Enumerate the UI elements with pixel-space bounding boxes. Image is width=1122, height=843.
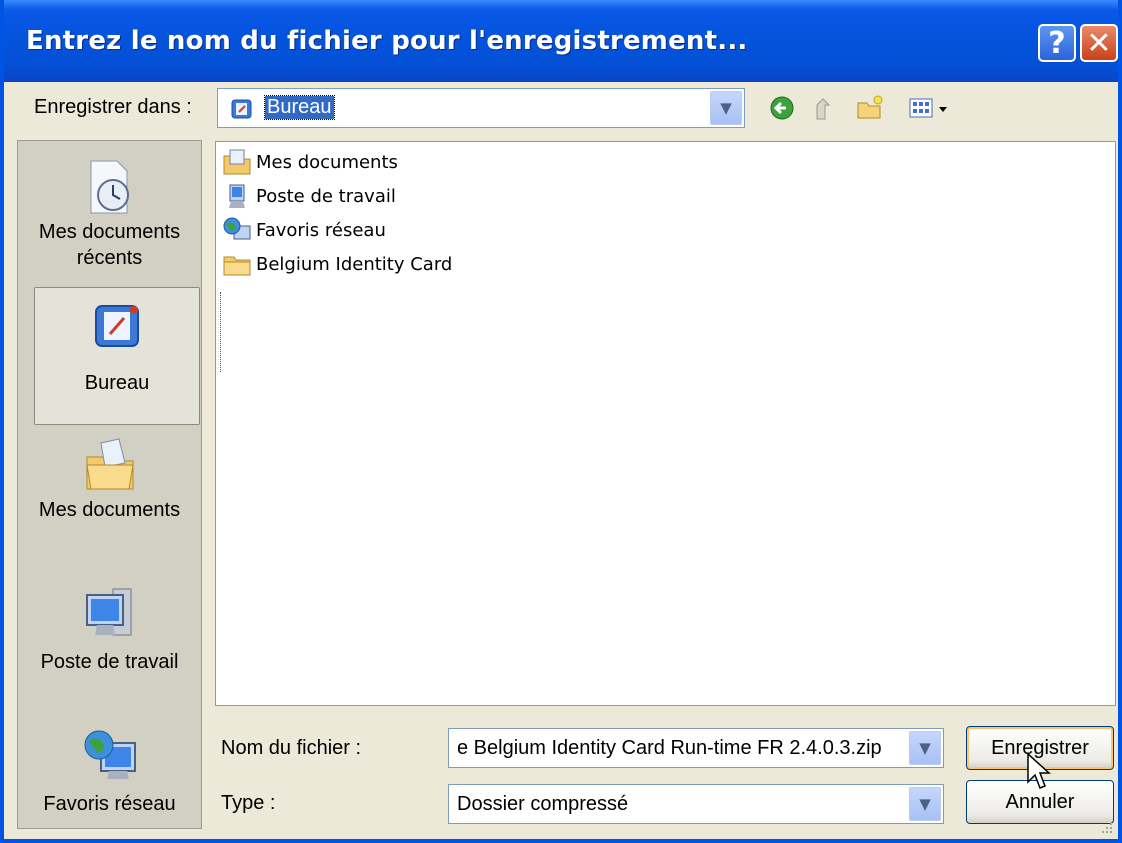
place-label: Bureau [84, 372, 150, 394]
place-network-places[interactable]: Favoris réseau [18, 721, 201, 817]
save-dialog: Entrez le nom du fichier pour l'enregist… [0, 0, 1122, 843]
desktop-icon [231, 99, 252, 119]
filetype-label: Type : [221, 792, 276, 814]
place-label: récents [76, 247, 143, 269]
filename-value: e Belgium Identity Card Run-time FR 2.4.… [457, 737, 882, 759]
documents-folder-icon [223, 149, 251, 175]
resize-grip-icon[interactable] [1096, 817, 1114, 835]
my-computer-icon [85, 588, 131, 636]
file-name: Poste de travail [256, 185, 396, 207]
file-name: Belgium Identity Card [256, 253, 453, 275]
list-item[interactable]: Favoris réseau [222, 214, 386, 246]
back-arrow-icon[interactable] [767, 93, 797, 123]
place-recent-documents[interactable]: Mes documents récents [18, 155, 201, 271]
text-caret [220, 292, 222, 372]
chevron-down-icon[interactable]: ▼ [909, 787, 941, 821]
mouse-cursor-icon [1027, 752, 1051, 789]
close-button[interactable]: ✕ [1080, 24, 1118, 62]
up-folder-icon[interactable] [811, 93, 841, 123]
list-item[interactable]: Belgium Identity Card [222, 248, 452, 280]
desktop-icon [95, 305, 139, 347]
place-desktop[interactable]: Bureau [34, 287, 200, 425]
location-value: Bureau [264, 95, 335, 120]
filetype-value: Dossier compressé [457, 793, 629, 815]
location-dropdown[interactable]: Bureau ▼ [217, 88, 745, 128]
place-my-documents[interactable]: Mes documents [18, 433, 201, 523]
help-button[interactable]: ? [1038, 24, 1076, 62]
computer-icon [229, 184, 245, 208]
network-icon [223, 217, 251, 240]
list-item[interactable]: Poste de travail [222, 180, 396, 212]
place-label: Poste de travail [40, 651, 179, 673]
filename-label: Nom du fichier : [221, 737, 362, 759]
views-menu-icon[interactable] [907, 93, 953, 123]
filename-input[interactable]: e Belgium Identity Card Run-time FR 2.4.… [448, 728, 944, 768]
place-my-computer[interactable]: Poste de travail [18, 579, 201, 675]
places-bar: Mes documents récents Bureau Mes documen… [17, 140, 202, 829]
folder-icon [223, 256, 251, 276]
network-places-icon [84, 730, 136, 779]
filetype-dropdown[interactable]: Dossier compressé ▼ [448, 784, 944, 824]
file-list[interactable]: Mes documents Poste de travail Favoris r… [215, 141, 1116, 706]
file-name: Mes documents [256, 151, 398, 173]
place-label: Mes documents [38, 221, 181, 243]
recent-documents-icon [90, 160, 129, 214]
new-folder-icon[interactable] [855, 93, 885, 123]
place-label: Favoris réseau [43, 793, 176, 815]
chevron-down-icon[interactable]: ▼ [909, 731, 941, 765]
my-documents-icon [85, 438, 134, 490]
chevron-down-icon[interactable]: ▼ [710, 91, 742, 125]
place-label: Mes documents [38, 499, 181, 521]
file-name: Favoris réseau [256, 219, 386, 241]
title-bar[interactable]: Entrez le nom du fichier pour l'enregist… [4, 0, 1118, 82]
list-item[interactable]: Mes documents [222, 146, 398, 178]
window-title: Entrez le nom du fichier pour l'enregist… [26, 26, 748, 56]
location-label: Enregistrer dans : [34, 96, 192, 118]
